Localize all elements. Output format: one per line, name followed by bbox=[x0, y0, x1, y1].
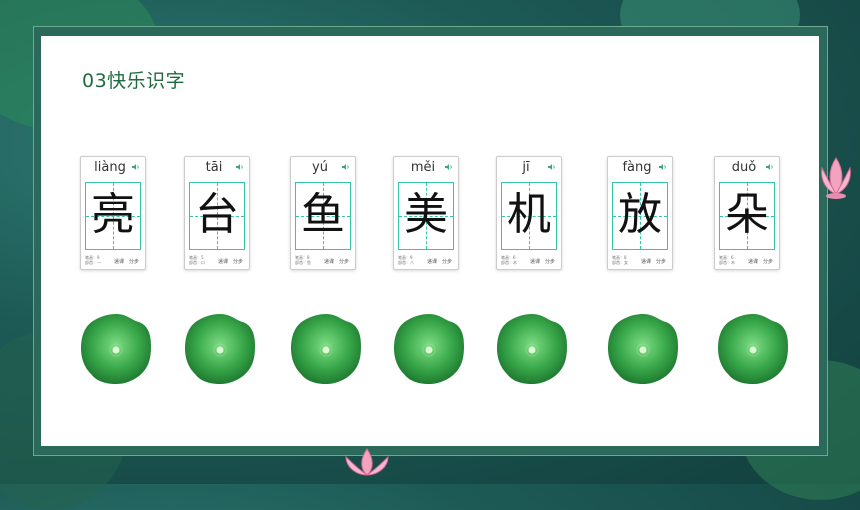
step-button[interactable]: 分步 bbox=[442, 258, 452, 265]
step-button[interactable]: 分步 bbox=[545, 258, 555, 265]
content-panel: 03快乐识字 liàng 亮 笔画：9 部首：一 递课 分步 tāi 台 笔画：… bbox=[41, 36, 819, 446]
pinyin-label: měi bbox=[410, 160, 436, 175]
hanzi-card[interactable]: jī 机 笔画：6 部首：木 递课 分步 bbox=[496, 156, 562, 270]
lily-pad-icon[interactable] bbox=[183, 312, 257, 386]
stroke-meta: 笔画：6 部首：木 bbox=[501, 255, 517, 265]
stroke-meta: 笔画：9 部首：一 bbox=[85, 255, 101, 265]
lily-pad-icon[interactable] bbox=[606, 312, 680, 386]
speaker-icon[interactable] bbox=[445, 163, 453, 171]
tianzige-grid: 鱼 bbox=[295, 182, 351, 250]
lily-pad-icon[interactable] bbox=[289, 312, 363, 386]
stroke-meta: 笔画：8 部首：鱼 bbox=[295, 255, 311, 265]
stroke-meta: 笔画：8 部首：女 bbox=[612, 255, 628, 265]
step-button[interactable]: 分步 bbox=[233, 258, 243, 265]
classroom-button[interactable]: 递课 bbox=[114, 258, 124, 265]
section-title: 03快乐识字 bbox=[82, 70, 186, 92]
lily-pad-icon[interactable] bbox=[392, 312, 466, 386]
speaker-icon[interactable] bbox=[766, 163, 774, 171]
lotus-flower-icon bbox=[821, 157, 851, 199]
speaker-icon[interactable] bbox=[132, 163, 140, 171]
lotus-flower-icon bbox=[345, 448, 389, 476]
tianzige-grid: 朵 bbox=[719, 182, 775, 250]
hanzi-character: 鱼 bbox=[301, 189, 345, 240]
hanzi-character: 机 bbox=[507, 189, 551, 240]
stroke-meta: 笔画：5 部首：口 bbox=[189, 255, 205, 265]
classroom-button[interactable]: 递课 bbox=[530, 258, 540, 265]
hanzi-card[interactable]: yú 鱼 笔画：8 部首：鱼 递课 分步 bbox=[290, 156, 356, 270]
hanzi-card[interactable]: měi 美 笔画：9 部首：八 递课 分步 bbox=[393, 156, 459, 270]
lily-pad-icon[interactable] bbox=[495, 312, 569, 386]
hanzi-character: 亮 bbox=[91, 189, 135, 240]
speaker-icon[interactable] bbox=[342, 163, 350, 171]
pinyin-label: fàng bbox=[622, 160, 652, 175]
step-button[interactable]: 分步 bbox=[129, 258, 139, 265]
pinyin-label: duǒ bbox=[731, 160, 757, 175]
hanzi-card[interactable]: tāi 台 笔画：5 部首：口 递课 分步 bbox=[184, 156, 250, 270]
classroom-button[interactable]: 递课 bbox=[324, 258, 334, 265]
hanzi-card[interactable]: duǒ 朵 笔画：6 部首：木 递课 分步 bbox=[714, 156, 780, 270]
classroom-button[interactable]: 递课 bbox=[218, 258, 228, 265]
pinyin-label: jī bbox=[522, 160, 530, 175]
lily-pad-icon[interactable] bbox=[716, 312, 790, 386]
hanzi-character: 朵 bbox=[725, 189, 769, 240]
pinyin-label: liàng bbox=[94, 160, 126, 175]
tianzige-grid: 亮 bbox=[85, 182, 141, 250]
speaker-icon[interactable] bbox=[548, 163, 556, 171]
speaker-icon[interactable] bbox=[659, 163, 667, 171]
classroom-button[interactable]: 递课 bbox=[427, 258, 437, 265]
step-button[interactable]: 分步 bbox=[763, 258, 773, 265]
stroke-meta: 笔画：6 部首：木 bbox=[719, 255, 735, 265]
tianzige-grid: 放 bbox=[612, 182, 668, 250]
classroom-button[interactable]: 递课 bbox=[641, 258, 651, 265]
hanzi-character: 美 bbox=[404, 189, 448, 240]
tianzige-grid: 美 bbox=[398, 182, 454, 250]
pinyin-label: yú bbox=[312, 160, 328, 175]
tianzige-grid: 机 bbox=[501, 182, 557, 250]
stroke-meta: 笔画：9 部首：八 bbox=[398, 255, 414, 265]
tianzige-grid: 台 bbox=[189, 182, 245, 250]
hanzi-character: 台 bbox=[195, 189, 239, 240]
step-button[interactable]: 分步 bbox=[339, 258, 349, 265]
classroom-button[interactable]: 递课 bbox=[748, 258, 758, 265]
speaker-icon[interactable] bbox=[236, 163, 244, 171]
step-button[interactable]: 分步 bbox=[656, 258, 666, 265]
pinyin-label: tāi bbox=[205, 160, 223, 175]
hanzi-card[interactable]: fàng 放 笔画：8 部首：女 递课 分步 bbox=[607, 156, 673, 270]
hanzi-card[interactable]: liàng 亮 笔画：9 部首：一 递课 分步 bbox=[80, 156, 146, 270]
hanzi-character: 放 bbox=[618, 189, 662, 240]
lily-pad-icon[interactable] bbox=[79, 312, 153, 386]
